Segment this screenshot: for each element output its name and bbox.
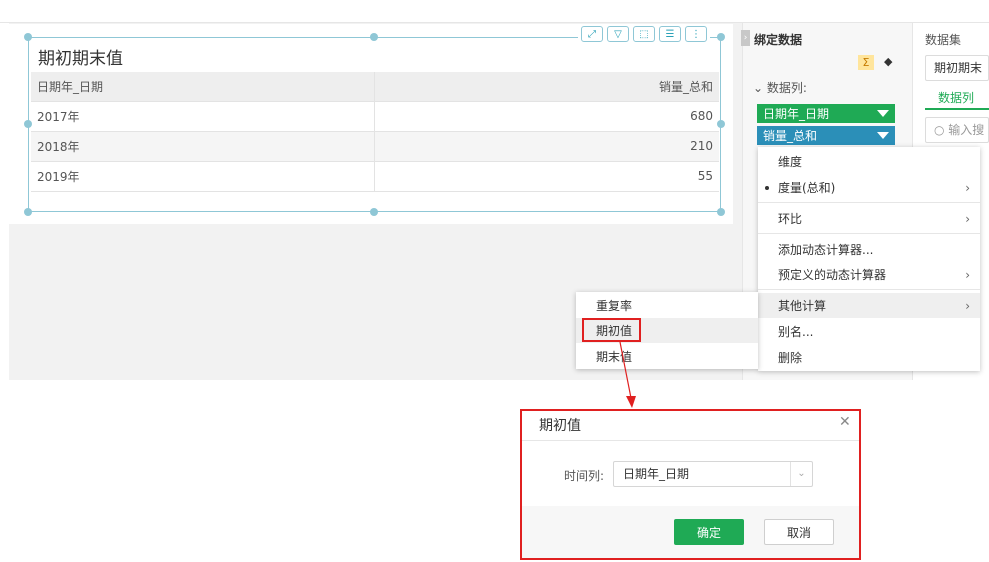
close-icon[interactable]: ✕ [839, 414, 851, 430]
time-column-value: 日期年_日期 [623, 467, 690, 481]
chevron-down-icon[interactable]: ⌄ [790, 462, 812, 486]
time-column-select[interactable]: 日期年_日期 ⌄ [613, 461, 813, 487]
confirm-button[interactable]: 确定 [674, 519, 744, 545]
dialog-title: 期初值 [539, 418, 581, 434]
dialog-divider [522, 440, 859, 441]
app-stage: ⤢ ▽ ⬚ ☰ ⋮ 期初期末值 日期年_日期 销量_总和 2017年 680 2… [0, 0, 989, 562]
time-column-label: 时间列: [564, 469, 605, 483]
cancel-button[interactable]: 取消 [764, 519, 834, 545]
